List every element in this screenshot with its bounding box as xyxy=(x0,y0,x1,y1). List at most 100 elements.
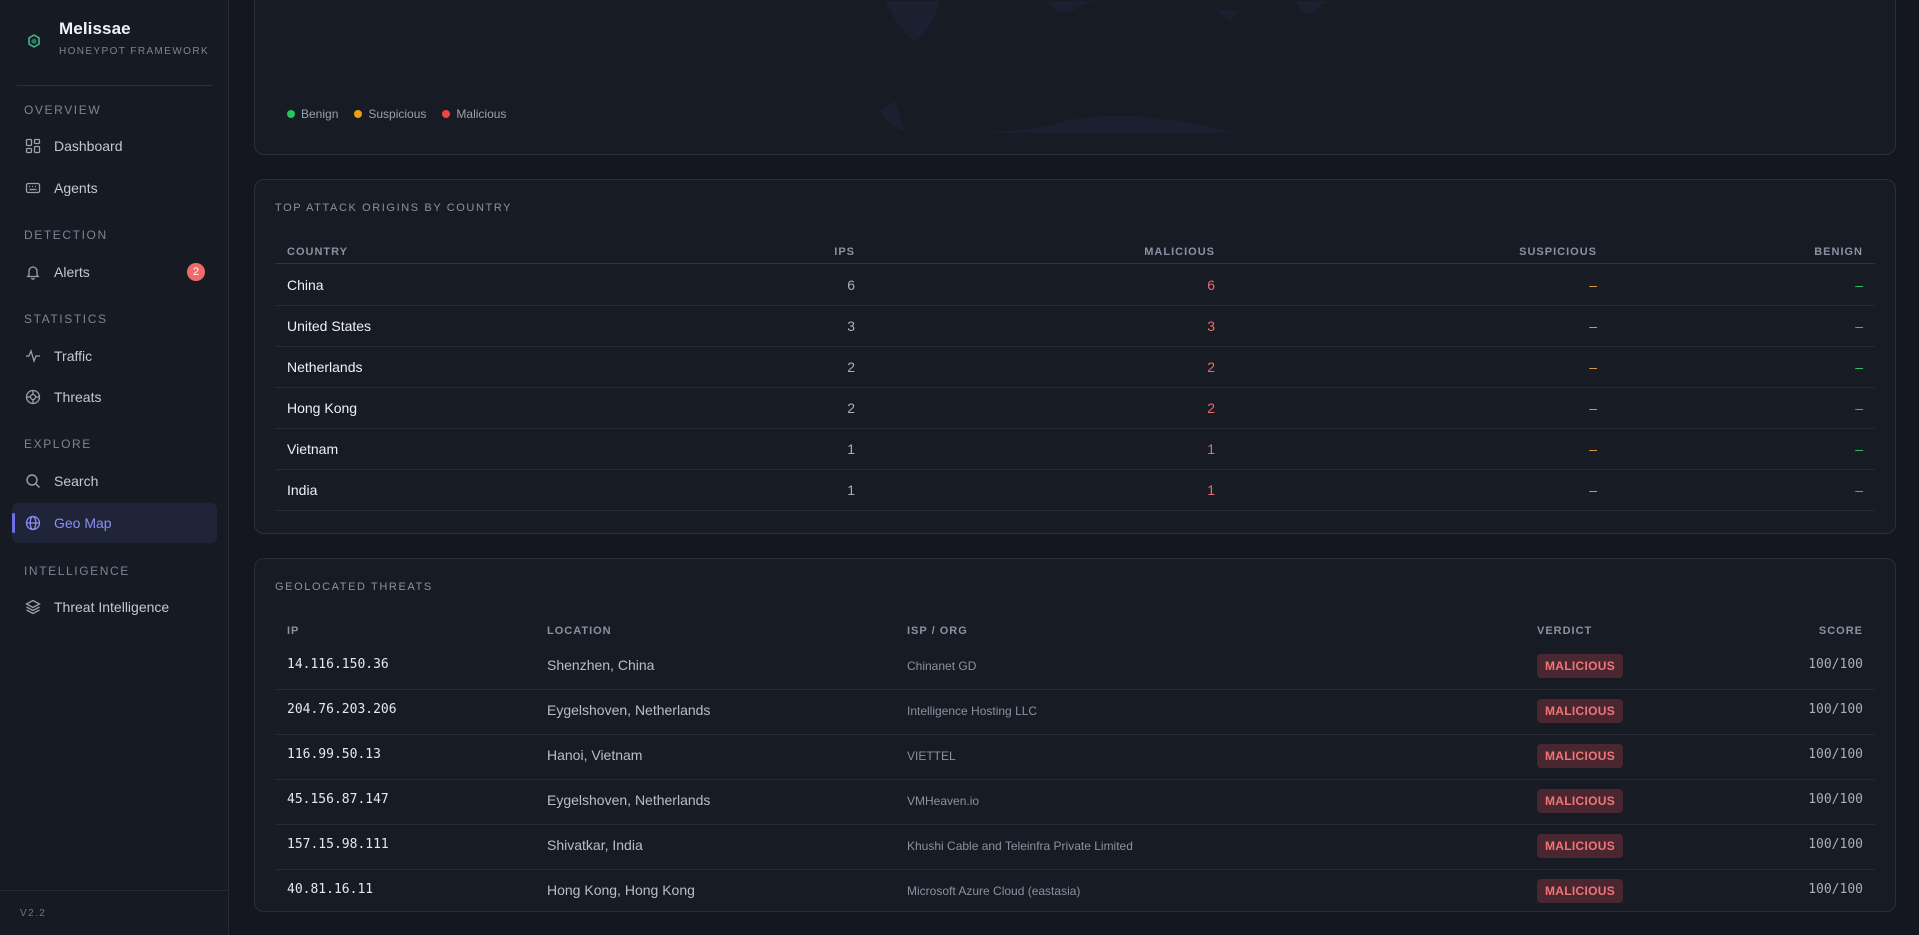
threats-table-body[interactable]: 14.116.150.36 Shenzhen, China Chinanet GD M… xyxy=(255,645,1895,906)
divider xyxy=(17,85,213,86)
pulse-icon xyxy=(24,347,42,365)
table-row[interactable]: 116.99.50.13 Hanoi, Vietnam VIETTEL MALICIO… xyxy=(275,735,1875,780)
ip-cell[interactable]: 14.116.150.36 xyxy=(287,657,389,672)
benign-dot-icon xyxy=(287,110,295,118)
sidebar-item-label: Traffic xyxy=(54,348,93,364)
table-row[interactable]: 14.116.150.36 Shenzhen, China Chinanet GD M… xyxy=(275,645,1875,690)
sidebar-item-threat-intelligence[interactable]: Threat Intelligence xyxy=(12,587,217,627)
ip-cell[interactable]: 45.156.87.147 xyxy=(287,792,389,807)
suspicious-cell: – xyxy=(1589,441,1597,457)
malicious-cell: 1 xyxy=(1207,482,1215,498)
sidebar-item-label: Geo Map xyxy=(54,515,112,531)
world-map[interactable] xyxy=(255,0,1896,155)
target-icon xyxy=(24,388,42,406)
column-header: VERDICT xyxy=(1537,625,1593,637)
sidebar-item-dashboard[interactable]: Dashboard xyxy=(12,126,217,166)
divider xyxy=(0,890,229,891)
alerts-count-badge: 2 xyxy=(187,263,205,281)
card-title: TOP ATTACK ORIGINS BY COUNTRY xyxy=(275,202,513,214)
country-cell: India xyxy=(287,482,318,498)
table-row[interactable]: United States 3 3 – – xyxy=(275,306,1875,347)
malicious-cell: 2 xyxy=(1207,359,1215,375)
legend-item-malicious: Malicious xyxy=(442,107,506,121)
suspicious-cell: – xyxy=(1589,482,1597,498)
layers-icon xyxy=(24,598,42,616)
table-row[interactable]: China 6 6 – – xyxy=(275,265,1875,306)
table-row[interactable]: Netherlands 2 2 – – xyxy=(275,347,1875,388)
sidebar-item-threats[interactable]: Threats xyxy=(12,377,217,417)
sidebar-item-search[interactable]: Search xyxy=(12,461,217,501)
malicious-cell: 6 xyxy=(1207,277,1215,293)
table-row[interactable]: 157.15.98.111 Shivatkar, India Khushi Cabl… xyxy=(275,825,1875,870)
verdict-badge: MALICIOUS xyxy=(1537,834,1624,858)
table-row[interactable]: Hong Kong 2 2 – – xyxy=(275,388,1875,429)
country-cell: United States xyxy=(287,318,372,334)
sidebar-item-label: Alerts xyxy=(54,264,90,280)
bell-icon xyxy=(24,263,42,281)
sidebar-item-label: Dashboard xyxy=(54,138,123,154)
ips-cell: 1 xyxy=(847,482,855,498)
sidebar: Melissae HONEYPOT FRAMEWORK OVERVIEW Das… xyxy=(0,0,229,935)
ip-cell[interactable]: 204.76.203.206 xyxy=(287,702,397,717)
table-row[interactable]: India 1 1 – – xyxy=(275,470,1875,511)
ips-cell: 1 xyxy=(847,441,855,457)
malicious-cell: 3 xyxy=(1207,318,1215,334)
brand[interactable]: Melissae HONEYPOT FRAMEWORK xyxy=(24,18,209,57)
location-cell: Shivatkar, India xyxy=(547,837,643,853)
ip-cell[interactable]: 157.15.98.111 xyxy=(287,837,389,852)
score-cell: 100/100 xyxy=(1808,657,1863,672)
benign-cell: – xyxy=(1855,441,1863,457)
malicious-cell: 1 xyxy=(1207,441,1215,457)
ip-cell[interactable]: 40.81.16.11 xyxy=(287,882,373,897)
column-header: ISP / ORG xyxy=(907,625,968,637)
sidebar-item-label: Threat Intelligence xyxy=(54,599,170,615)
column-header: LOCATION xyxy=(547,625,612,637)
table-header: IP LOCATION ISP / ORG VERDICT SCORE xyxy=(275,615,1875,643)
section-detection: DETECTION xyxy=(24,228,108,242)
sidebar-item-geo-map[interactable]: Geo Map xyxy=(12,503,217,543)
column-header: IP xyxy=(287,625,300,637)
verdict-badge: MALICIOUS xyxy=(1537,879,1624,903)
app-version: V2.2 xyxy=(20,908,47,919)
ip-cell[interactable]: 116.99.50.13 xyxy=(287,747,381,762)
column-header: IPS xyxy=(834,246,855,258)
sidebar-item-agents[interactable]: Agents xyxy=(12,168,217,208)
location-cell: Eygelshoven, Netherlands xyxy=(547,792,711,808)
verdict-badge: MALICIOUS xyxy=(1537,789,1624,813)
isp-cell: Microsoft Azure Cloud (eastasia) xyxy=(907,884,1081,898)
score-cell: 100/100 xyxy=(1808,702,1863,717)
table-row[interactable]: 204.76.203.206 Eygelshoven, Netherlands In… xyxy=(275,690,1875,735)
country-cell: Vietnam xyxy=(287,441,339,457)
legend-item-suspicious: Suspicious xyxy=(354,107,426,121)
isp-cell: Khushi Cable and Teleinfra Private Limit… xyxy=(907,839,1133,853)
country-cell: Hong Kong xyxy=(287,400,358,416)
legend-label: Benign xyxy=(301,107,339,121)
location-cell: Eygelshoven, Netherlands xyxy=(547,702,711,718)
section-explore: EXPLORE xyxy=(24,437,92,451)
sidebar-item-label: Threats xyxy=(54,389,102,405)
sidebar-item-label: Agents xyxy=(54,180,98,196)
sidebar-item-traffic[interactable]: Traffic xyxy=(12,336,217,376)
sidebar-item-alerts[interactable]: Alerts 2 xyxy=(12,252,217,292)
suspicious-cell: – xyxy=(1589,318,1597,334)
verdict-badge: MALICIOUS xyxy=(1537,654,1624,678)
table-row[interactable]: 40.81.16.11 Hong Kong, Hong Kong Microsoft… xyxy=(275,870,1875,906)
map-legend: Benign Suspicious Malicious xyxy=(287,107,522,121)
benign-cell: – xyxy=(1855,277,1863,293)
sidebar-item-label: Search xyxy=(54,473,99,489)
suspicious-dot-icon xyxy=(354,110,363,118)
table-row[interactable]: Vietnam 1 1 – – xyxy=(275,429,1875,470)
column-header: SCORE xyxy=(1818,625,1863,637)
isp-cell: Chinanet GD xyxy=(907,659,977,673)
honeycomb-logo-icon xyxy=(28,34,40,48)
isp-cell: VIETTEL xyxy=(907,749,956,763)
agents-icon xyxy=(24,179,42,197)
section-intelligence: INTELLIGENCE xyxy=(24,564,130,578)
suspicious-cell: – xyxy=(1589,277,1597,293)
isp-cell: VMHeaven.io xyxy=(907,794,980,808)
card-title: GEOLOCATED THREATS xyxy=(275,581,433,593)
ips-cell: 2 xyxy=(847,400,855,416)
table-row[interactable]: 45.156.87.147 Eygelshoven, Netherlands VMH… xyxy=(275,780,1875,825)
benign-cell: – xyxy=(1855,482,1863,498)
malicious-cell: 2 xyxy=(1207,400,1215,416)
